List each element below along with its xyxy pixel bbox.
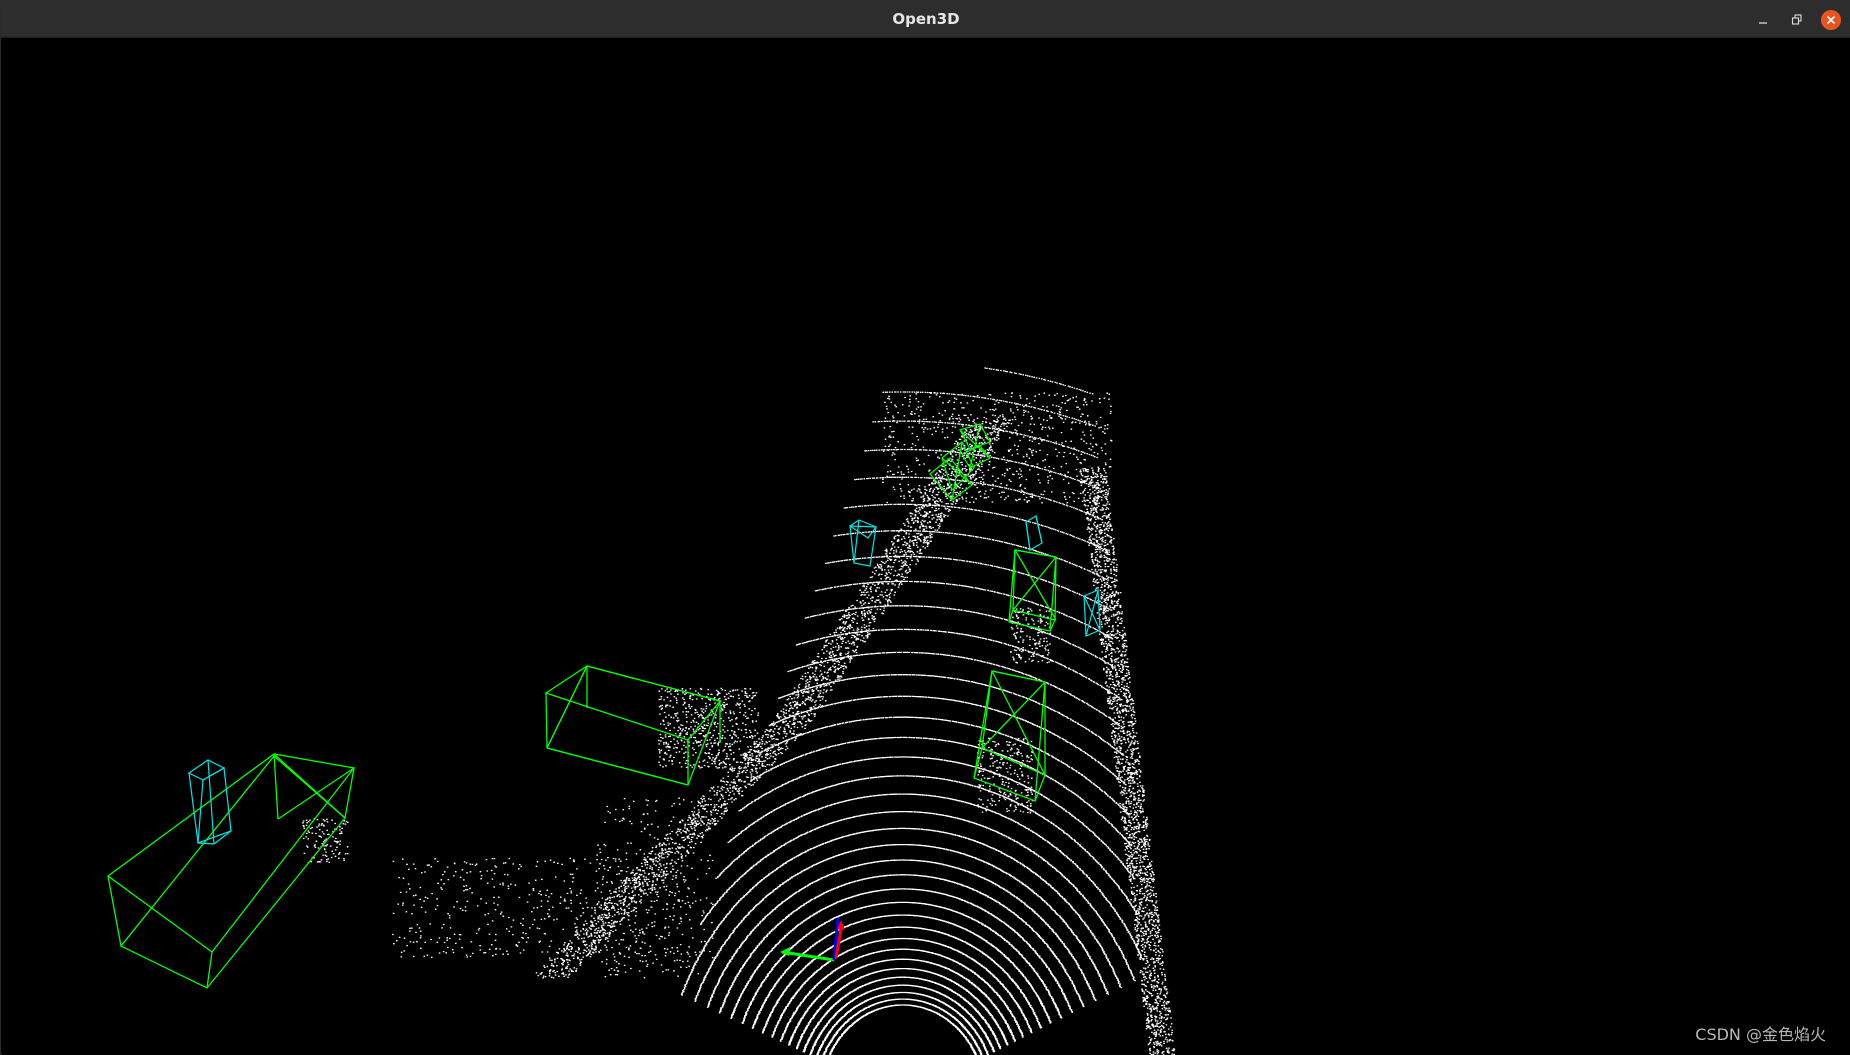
restore-icon: [1791, 14, 1802, 25]
watermark-text: CSDN @金色焰火: [1695, 1025, 1826, 1044]
car-bbox-middle-left: [544, 665, 722, 786]
title-bar[interactable]: Open3D: [1, 1, 1850, 38]
window-title: Open3D: [892, 10, 960, 28]
restore-button[interactable]: [1787, 10, 1807, 30]
close-button[interactable]: [1821, 10, 1841, 30]
pedestrian-bbox-left: [187, 759, 232, 845]
car-bbox-front-right: [973, 670, 1046, 802]
open3d-window: Open3D CSDN @金色焰火: [0, 0, 1850, 1055]
pedestrian-bbox-far-center: [1025, 515, 1043, 551]
3d-viewport[interactable]: CSDN @金色焰火: [2, 38, 1850, 1055]
lidar-points: [302, 367, 1176, 1055]
minimize-icon: [1759, 22, 1767, 24]
minimize-button[interactable]: [1753, 10, 1773, 30]
close-icon: [1826, 15, 1836, 25]
coordinate-axes-gizmo: [780, 917, 845, 962]
car-bbox-near-left: [106, 753, 356, 989]
lidar-point-cloud: [302, 367, 1176, 1055]
point-cloud-scene[interactable]: [2, 38, 1850, 1055]
pedestrian-bbox-far-left: [848, 519, 877, 567]
